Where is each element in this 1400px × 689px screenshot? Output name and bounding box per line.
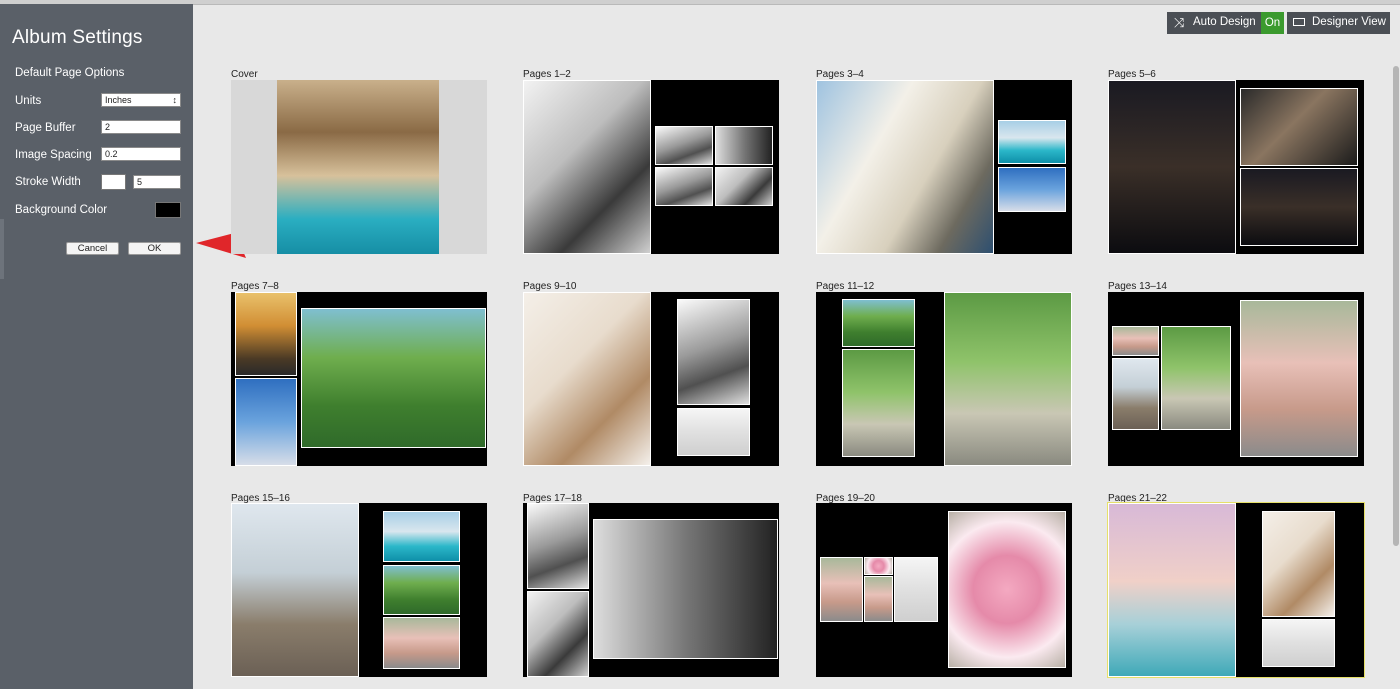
spread-photo[interactable] (523, 292, 651, 466)
spread-photo[interactable] (1262, 511, 1335, 617)
spread-label: Pages 3–4 (816, 69, 864, 80)
spread-photo[interactable] (655, 167, 713, 206)
spread-photo[interactable] (301, 308, 486, 448)
spread-label: Pages 9–10 (523, 281, 577, 292)
shuffle-icon: ⤨ (1174, 15, 1185, 30)
spread-photo[interactable] (998, 167, 1066, 212)
spread-photo[interactable] (1240, 88, 1358, 166)
spread-pages-7-8[interactable] (231, 292, 487, 466)
spread-label: Pages 11–12 (816, 281, 875, 292)
spread-cover[interactable] (231, 80, 487, 254)
spread-photo[interactable] (383, 511, 460, 562)
spread-pages-21-22[interactable] (1107, 502, 1365, 678)
spread-label: Pages 13–14 (1108, 281, 1167, 292)
spread-pages-15-16[interactable] (231, 503, 487, 677)
spread-photo[interactable] (235, 378, 297, 466)
spread-pages-11-12[interactable] (816, 292, 1072, 466)
monitor-icon (1293, 18, 1305, 26)
spread-photo[interactable] (715, 167, 773, 206)
spread-pages-1-2[interactable] (523, 80, 779, 254)
spread-photo[interactable] (1240, 168, 1358, 246)
designer-view-label: Designer View (1312, 16, 1386, 28)
spread-photo[interactable] (998, 120, 1066, 164)
scrollbar-thumb[interactable] (1393, 66, 1399, 546)
spread-photo[interactable] (527, 503, 589, 589)
spread-photo[interactable] (948, 511, 1066, 668)
spread-pages-5-6[interactable] (1108, 80, 1364, 254)
spread-label: Cover (231, 69, 258, 80)
spread-photo[interactable] (677, 408, 750, 456)
spread-photo[interactable] (820, 557, 863, 622)
spread-pages-19-20[interactable] (816, 503, 1072, 677)
spread-label: Pages 1–2 (523, 69, 571, 80)
spread-photo[interactable] (655, 126, 713, 165)
spread-photo[interactable] (1108, 503, 1236, 677)
spread-pages-13-14[interactable] (1108, 292, 1364, 466)
spread-photo[interactable] (842, 299, 915, 347)
spread-label: Pages 5–6 (1108, 69, 1156, 80)
designer-view-button[interactable]: Designer View (1287, 12, 1390, 34)
spread-pages-17-18[interactable] (523, 503, 779, 677)
spread-photo[interactable] (235, 292, 297, 376)
spread-photo[interactable] (1108, 80, 1236, 254)
spread-photo[interactable] (842, 349, 915, 457)
spread-label: Pages 7–8 (231, 281, 279, 292)
spread-photo[interactable] (816, 80, 994, 254)
auto-design-on-toggle[interactable]: On (1261, 12, 1284, 34)
spread-photo[interactable] (231, 503, 359, 677)
auto-design-label: Auto Design (1193, 16, 1256, 28)
spread-photo[interactable] (894, 557, 938, 622)
spread-photo[interactable] (527, 591, 589, 677)
spread-photo[interactable] (864, 557, 893, 575)
spread-photo[interactable] (677, 299, 750, 405)
spread-pages-3-4[interactable] (816, 80, 1072, 254)
spread-photo[interactable] (383, 565, 460, 615)
cover-photo[interactable] (277, 80, 439, 254)
spread-photo[interactable] (523, 80, 651, 254)
spread-photo[interactable] (944, 292, 1072, 466)
spread-photo[interactable] (1240, 300, 1358, 457)
spread-photo[interactable] (1112, 326, 1159, 356)
spread-photo[interactable] (1112, 358, 1159, 430)
spread-photo[interactable] (715, 126, 773, 165)
spread-photo[interactable] (864, 576, 893, 622)
spread-photo[interactable] (593, 519, 778, 659)
spread-pages-9-10[interactable] (523, 292, 779, 466)
spread-photo[interactable] (1262, 619, 1335, 667)
spread-photo[interactable] (1161, 326, 1231, 430)
spread-photo[interactable] (383, 617, 460, 669)
